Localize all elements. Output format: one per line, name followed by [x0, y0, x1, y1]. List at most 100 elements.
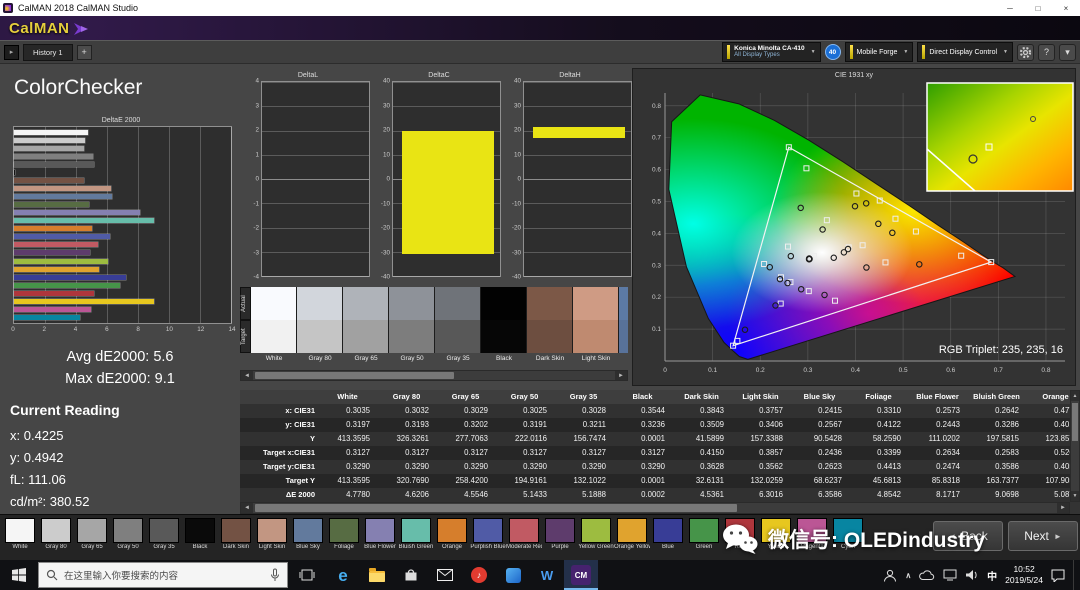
scroll-down-icon[interactable]: ▼ — [1071, 491, 1079, 501]
maximize-button[interactable]: □ — [1024, 0, 1052, 16]
start-button[interactable] — [0, 560, 38, 590]
swatch-pair-light-skin[interactable]: Light Skin — [573, 287, 619, 367]
swatch-pair-dark-skin[interactable]: Dark Skin — [527, 287, 573, 367]
patch-purple[interactable]: Purple — [542, 518, 578, 560]
network-button[interactable] — [943, 569, 957, 581]
table-cell: 8.1717 — [910, 488, 969, 502]
close-button[interactable]: × — [1052, 0, 1080, 16]
patch-light-skin[interactable]: Light Skin — [254, 518, 290, 560]
y-tick-label: 30 — [514, 102, 521, 109]
action-center-button[interactable] — [1051, 569, 1065, 582]
volume-button[interactable] — [965, 569, 979, 581]
task-view-button[interactable] — [288, 560, 326, 590]
de2000-plot — [13, 126, 232, 324]
chevron-down-icon[interactable]: ▼ — [903, 49, 908, 55]
patch-moderate-red[interactable]: Moderate Red — [506, 518, 542, 560]
table-h-scrollbar[interactable]: ◄ ► — [240, 502, 1070, 514]
patch-green[interactable]: Green — [686, 518, 722, 560]
onedrive-button[interactable] — [919, 570, 935, 581]
patch-gray-35[interactable]: Gray 35 — [146, 518, 182, 560]
swatch-pair-gray-50[interactable]: Gray 50 — [389, 287, 435, 367]
chevron-down-icon[interactable]: ▼ — [811, 49, 816, 55]
scroll-left-icon[interactable]: ◄ — [241, 371, 253, 380]
chart-title: DeltaL — [246, 70, 370, 81]
show-desktop-button[interactable] — [1073, 560, 1077, 590]
patch-foliage[interactable]: Foliage — [326, 518, 362, 560]
table-cell: 45.6813 — [851, 474, 910, 488]
microphone-icon[interactable] — [270, 568, 280, 582]
table-scroll-track[interactable] — [253, 503, 1057, 513]
patch-gray-65[interactable]: Gray 65 — [74, 518, 110, 560]
table-row-target-y-cie31: Target y:CIE310.32900.32900.32900.32900.… — [240, 460, 1070, 474]
patch-label: Blue Sky — [290, 544, 326, 550]
help-button[interactable]: ? — [1038, 44, 1055, 61]
table-vscroll-thumb[interactable] — [1072, 403, 1078, 441]
swatch-scrollbar[interactable]: ◄ ► — [240, 370, 628, 381]
y-tick-label: -10 — [512, 200, 521, 207]
taskbar-app-store[interactable] — [394, 560, 428, 590]
patch-dark-skin[interactable]: Dark Skin — [218, 518, 254, 560]
swatch-pair-black[interactable]: Black — [481, 287, 527, 367]
scroll-left-icon[interactable]: ◄ — [241, 503, 253, 513]
table-cell: 413.3595 — [320, 432, 379, 446]
patch-blue-sky[interactable]: Blue Sky — [290, 518, 326, 560]
taskbar-app-edge[interactable]: e — [326, 560, 360, 590]
ime-indicator[interactable]: 中 — [987, 568, 997, 583]
swatch-scroll-thumb[interactable] — [255, 372, 454, 379]
taskbar-clock[interactable]: 10:52 2019/5/24 — [1005, 564, 1043, 585]
add-page-button[interactable]: + — [77, 45, 92, 60]
patch-blue-flower[interactable]: Blue Flower — [362, 518, 398, 560]
taskbar-app-file-explorer[interactable] — [360, 560, 394, 590]
scroll-right-icon[interactable]: ► — [1057, 503, 1069, 513]
de-bar-blue-flower — [14, 210, 140, 215]
scroll-right-icon[interactable]: ► — [615, 371, 627, 380]
settings-button[interactable] — [1017, 44, 1034, 61]
taskbar-app-photos[interactable] — [496, 560, 530, 590]
patch-bluish-green[interactable]: Bluish Green — [398, 518, 434, 560]
table-scroll-thumb[interactable] — [255, 504, 737, 512]
minimize-button[interactable]: ─ — [996, 0, 1024, 16]
scroll-up-icon[interactable]: ▲ — [1071, 391, 1079, 401]
table-v-scrollbar[interactable]: ▲ ▼ — [1070, 390, 1080, 502]
next-button[interactable]: Next ► — [1008, 521, 1078, 551]
hidden-icons-button[interactable]: ∧ — [905, 571, 911, 580]
table-cell: 163.7377 — [969, 474, 1028, 488]
menu-button[interactable]: ▸ — [4, 45, 19, 60]
swatch-pair-gray-65[interactable]: Gray 65 — [343, 287, 389, 367]
swatch-pair-blue-sky[interactable]: Blue Sky — [619, 287, 628, 367]
chevron-down-icon[interactable]: ▼ — [1003, 49, 1008, 55]
cie-x-tick-label: 0.1 — [708, 367, 717, 374]
swatch-scroll-track[interactable] — [253, 371, 615, 380]
table-cell: 0.3236 — [615, 418, 674, 432]
patch-gray-80[interactable]: Gray 80 — [38, 518, 74, 560]
patch-white[interactable]: White — [2, 518, 38, 560]
swatch-pair-gray-35[interactable]: Gray 35 — [435, 287, 481, 367]
patch-orange[interactable]: Orange — [434, 518, 470, 560]
tab-history-1[interactable]: History 1 — [23, 44, 73, 61]
swatch-pair-gray-80[interactable]: Gray 80 — [297, 287, 343, 367]
taskbar-app-word[interactable]: W — [530, 560, 564, 590]
table-cell: 0.0001 — [615, 432, 674, 446]
search-box[interactable]: 在这里输入你要搜索的内容 — [38, 562, 288, 588]
patch-label: Light Skin — [254, 544, 290, 550]
patch-black[interactable]: Black — [182, 518, 218, 560]
de-bar-cyan — [14, 315, 80, 320]
people-button[interactable] — [883, 569, 897, 582]
y-tick-label: 20 — [383, 127, 390, 134]
taskbar-app-mail[interactable] — [428, 560, 462, 590]
display-control-selector[interactable]: Direct Display Control ▼ — [917, 42, 1013, 62]
column-header-light-skin: Light Skin — [733, 390, 792, 404]
watermark: 微信号: OLEDindustry — [722, 518, 985, 560]
meter-selector[interactable]: Konica Minolta CA-410 All Display Types … — [722, 42, 820, 62]
taskbar-app-calman[interactable]: CM — [564, 560, 598, 590]
collapse-button[interactable]: ▾ — [1059, 44, 1076, 61]
swatch-label: Gray 80 — [297, 355, 343, 362]
taskbar-app-music[interactable]: ♪ — [462, 560, 496, 590]
patch-purplish-blue[interactable]: Purplish Blue — [470, 518, 506, 560]
patch-yellow-green[interactable]: Yellow Green — [578, 518, 614, 560]
swatch-pair-white[interactable]: White — [251, 287, 297, 367]
patch-blue[interactable]: Blue — [650, 518, 686, 560]
source-selector[interactable]: Mobile Forge ▼ — [845, 42, 914, 62]
patch-gray-50[interactable]: Gray 50 — [110, 518, 146, 560]
patch-orange-yellow[interactable]: Orange Yellow — [614, 518, 650, 560]
